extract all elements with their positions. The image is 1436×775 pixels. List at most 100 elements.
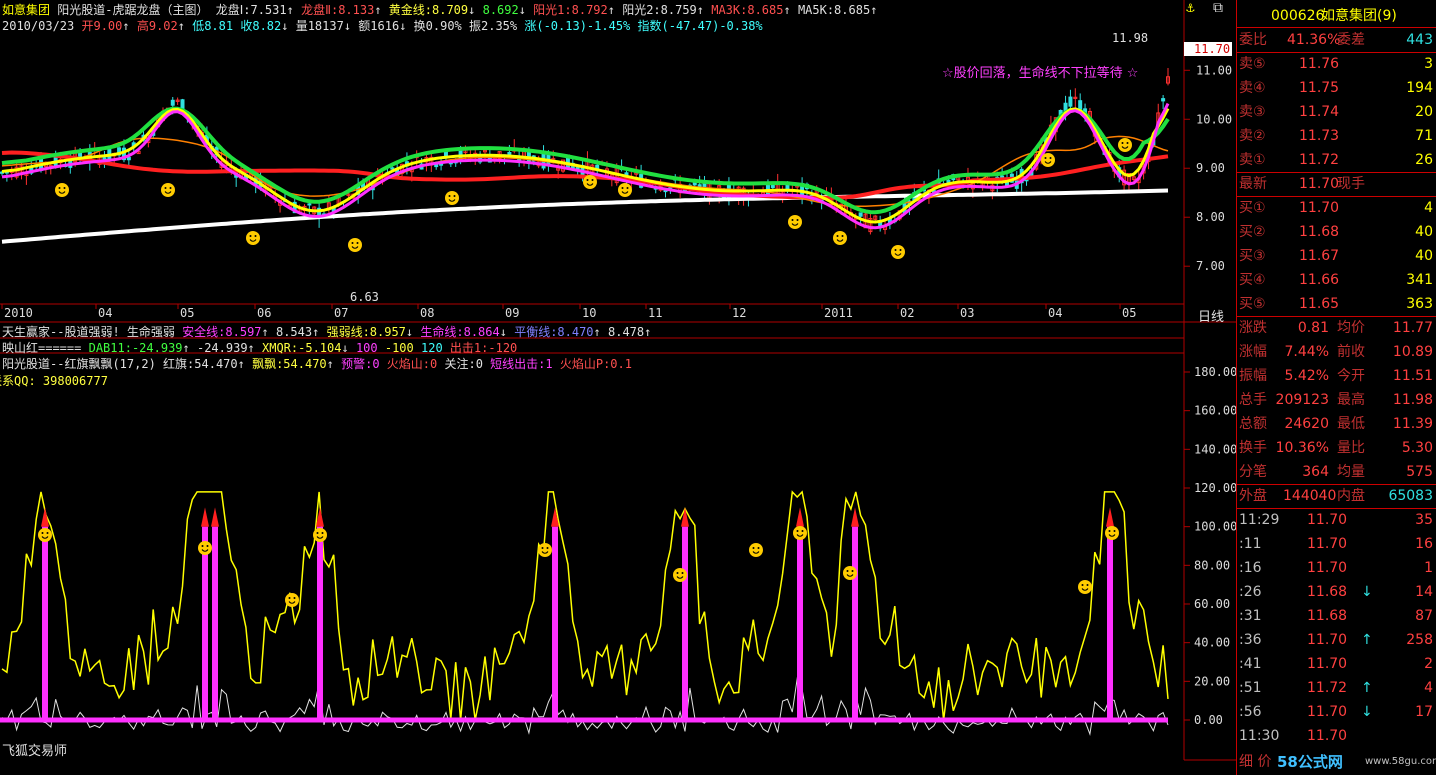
tick-price: 11.68 [1307, 584, 1348, 600]
stat-label: 最低 [1337, 416, 1365, 432]
quote-row: 振幅 5.42% 今开 11.51 [1237, 364, 1436, 388]
smiley-marker [1041, 153, 1055, 167]
sell-price: 11.76 [1299, 56, 1340, 72]
candle-body [1068, 96, 1073, 107]
quote-row: 涨幅 7.44% 前收 10.89 [1237, 340, 1436, 364]
date-axis-label: 03 [960, 306, 974, 320]
detail-tab[interactable]: 细 价 [1239, 750, 1271, 774]
ind1-aqx: 安全线:8.597 [182, 325, 262, 339]
anchor-icon[interactable]: ⚓ [1186, 0, 1194, 16]
smiley-marker [161, 183, 175, 197]
date-axis-label: 2010 [4, 306, 33, 320]
tick-price: 11.70 [1307, 536, 1348, 552]
buy-label: 买④ [1239, 272, 1266, 288]
stat-label: 分笔 [1239, 464, 1267, 480]
stock-title: 如意集团(9) [1321, 8, 1397, 24]
tick-price: 11.68 [1307, 608, 1348, 624]
yg1-value: 阳光1:8.792 [533, 3, 608, 17]
lp1-value: 龙盘Ⅰ:7.531 [215, 3, 287, 17]
osc-axis-label: 0.00 [1194, 713, 1223, 727]
stat-label: 总额 [1239, 416, 1267, 432]
ind1-psx: 平衡线:8.470 [514, 325, 594, 339]
date-axis-label: 10 [582, 306, 596, 320]
stock-name[interactable]: 如意集团 [2, 3, 50, 17]
date-axis-label: 08 [420, 306, 434, 320]
site-logo: 58公式网 [1277, 753, 1343, 771]
stock-code: 000626 [1271, 8, 1325, 24]
buy-price: 11.66 [1299, 272, 1340, 288]
smiley-marker [891, 245, 905, 259]
quote-row: 买③ 11.67 40 [1237, 244, 1436, 268]
sell-volume: 71 [1415, 128, 1433, 144]
smiley-marker [1078, 580, 1092, 594]
ind3-dx: 短线出击:1 [490, 357, 553, 371]
indicator-name[interactable]: 阳光股道-虎踞龙盘（主图） [57, 3, 208, 17]
signal-bar [42, 526, 48, 720]
tick-volume: 2 [1424, 656, 1433, 672]
osc-axis-label: 20.00 [1194, 674, 1230, 688]
stat-label: 换手 [1239, 440, 1267, 456]
smiley-marker [1118, 138, 1132, 152]
stat-label: 涨跌 [1239, 320, 1267, 336]
ind1-smx: 生命线:8.864 [420, 325, 500, 339]
signal-bar [317, 526, 323, 720]
quote-row: 11:30 11.70 [1237, 724, 1436, 748]
date-axis-label: 12 [732, 306, 746, 320]
tick-arrow: ↓ [1361, 704, 1373, 720]
stat-label: 今开 [1337, 368, 1365, 384]
buy-label: 买③ [1239, 248, 1266, 264]
bar-turnover: 换0.90% [413, 19, 462, 33]
sell-volume: 194 [1406, 80, 1433, 96]
sell-label: 卖① [1239, 152, 1266, 168]
quote-row: 卖② 11.73 71 [1237, 124, 1436, 148]
bar-open: 开9.00 [81, 19, 123, 33]
tick-price: 11.70 [1307, 704, 1348, 720]
quote-panel: 000626 如意集团(9) 委比 41.36% 委差 443 卖⑤ 11.76 3 卖④ 11… [1236, 0, 1436, 775]
smiley-marker [198, 541, 212, 555]
quote-row: 分笔 364 均量 575 [1237, 460, 1436, 484]
ind3-title[interactable]: 阳光股道--红旗飘飘(17,2) [2, 357, 156, 371]
tick-price: 11.70 [1307, 728, 1348, 744]
signal-bar [1107, 526, 1113, 720]
stat-value: 11.77 [1392, 320, 1433, 336]
site-url: www.58gu.com [1365, 756, 1436, 767]
date-axis-label: 09 [505, 306, 519, 320]
price-tag: 11.70 [1184, 42, 1233, 56]
ind2-title[interactable]: 映山红====== [2, 341, 81, 355]
stat-value: 7.44% [1284, 344, 1329, 360]
quote-row: 买⑤ 11.65 363 [1237, 292, 1436, 316]
period-label[interactable]: 日线 [1198, 306, 1224, 325]
quote-row: 卖④ 11.75 194 [1237, 76, 1436, 100]
quote-row: 卖① 11.72 26 [1237, 148, 1436, 172]
tick-time: :51 [1239, 680, 1262, 696]
quote-row: 涨跌 0.81 均价 11.77 [1237, 316, 1436, 340]
ind1-title[interactable]: 天生赢家--股道强弱! [2, 325, 120, 339]
signal-bar [797, 526, 803, 720]
header-row-1: 如意集团 阳光股道-虎踞龙盘（主图） 龙盘Ⅰ:7.531↑ 龙盘Ⅱ:8.133↑… [2, 3, 878, 17]
quote-row: :56 11.70 ↓ 17 [1237, 700, 1436, 724]
smiley-marker [313, 528, 327, 542]
restore-icon[interactable]: ⧉ [1213, 0, 1223, 16]
kline-chart[interactable]: 11.00 10.00 9.00 8.00 7.00 2010 04 05 06 07 08 09 10… [0, 0, 1236, 775]
candle-body [390, 167, 395, 170]
tick-time: :31 [1239, 608, 1262, 624]
sell-price: 11.75 [1299, 80, 1340, 96]
ma5k-value: MA5K:8.685 [797, 3, 871, 17]
ind1-sub: 生命强弱 [126, 325, 175, 339]
buy-price: 11.65 [1299, 296, 1340, 312]
bar-low: 低8.81 [192, 19, 234, 33]
price-axis-label: 10.00 [1196, 112, 1232, 126]
wp-label: 外盘 [1239, 488, 1267, 504]
stat-label: 均量 [1337, 464, 1365, 480]
stat-label: 前收 [1337, 344, 1365, 360]
tick-volume: 1 [1424, 560, 1433, 576]
ind3-yj: 预警:0 [341, 357, 380, 371]
bar-amount: 额1616 [358, 19, 400, 33]
tick-volume: 258 [1406, 632, 1433, 648]
buy-volume: 40 [1415, 248, 1433, 264]
stat-value: 0.81 [1297, 320, 1329, 336]
quote-row: 卖③ 11.74 20 [1237, 100, 1436, 124]
quote-row: 总手 209123 最高 11.98 [1237, 388, 1436, 412]
stat-value: 10.89 [1392, 344, 1433, 360]
date-axis-label: 04 [98, 306, 112, 320]
